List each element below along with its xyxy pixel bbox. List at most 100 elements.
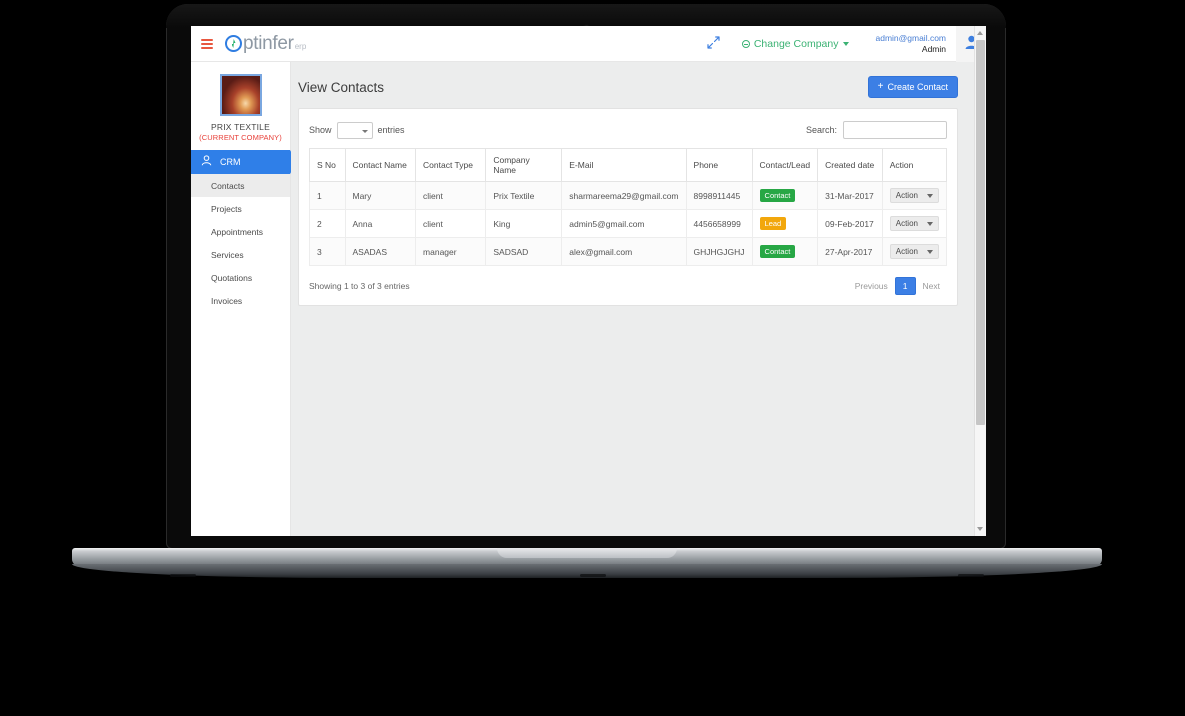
cell-action: Action — [881, 181, 948, 210]
logo-subtext: erp — [294, 41, 307, 51]
sidebar-item-quotations[interactable]: Quotations — [191, 266, 290, 289]
sidebar-item-label: Contacts — [211, 180, 245, 191]
sidebar-item-label: Quotations — [211, 272, 253, 283]
cell-sno: 2 — [309, 209, 346, 238]
cell-email: sharmareema29@gmail.com — [561, 181, 687, 210]
sidebar-item-invoices[interactable]: Invoices — [191, 289, 290, 312]
top-navbar: ptinfer erp Change Company admin@gmail.c… — [191, 26, 986, 62]
col-sno: S No — [309, 148, 346, 182]
user-email: admin@gmail.com — [875, 32, 946, 43]
status-badge: Lead — [759, 217, 787, 230]
pagination-next[interactable]: Next — [916, 278, 947, 294]
row-action-button[interactable]: Action — [889, 188, 939, 203]
cell-company-name: SADSAD — [485, 237, 563, 266]
cell-phone: 4456658999 — [685, 209, 753, 238]
user-role: Admin — [921, 43, 946, 54]
sidebar-group-crm-label: CRM — [220, 157, 241, 167]
sidebar-item-projects[interactable]: Projects — [191, 197, 290, 220]
change-company-button[interactable]: Change Company — [741, 37, 850, 50]
col-company-name: Company Name — [485, 148, 563, 182]
laptop-mockup: MacBook ptinfer erp — [0, 0, 1185, 716]
pagination: Previous 1 Next — [848, 277, 947, 295]
table-head: S No Contact Name Contact Type Company N… — [309, 148, 948, 182]
col-contact-type: Contact Type — [415, 148, 487, 182]
search-label: Search: — [805, 125, 837, 135]
table-header-row: S No Contact Name Contact Type Company N… — [309, 148, 948, 182]
contacts-table: S No Contact Name Contact Type Company N… — [309, 148, 948, 266]
sidebar-item-contacts[interactable]: Contacts — [191, 174, 290, 197]
table-controls: Show entries Search: — [309, 121, 947, 139]
logo-text: ptinfer — [243, 32, 294, 54]
company-name: PRIX TEXTILE — [211, 122, 270, 132]
table-row[interactable]: 3 ASADAS manager SADSAD alex@gmail.com G… — [309, 237, 948, 266]
row-action-label: Action — [895, 191, 918, 200]
row-action-label: Action — [895, 247, 918, 256]
col-action: Action — [881, 148, 948, 182]
scroll-down-arrow-icon[interactable] — [977, 527, 983, 531]
cell-company-name: Prix Textile — [485, 181, 563, 210]
sidebar-item-appointments[interactable]: Appointments — [191, 220, 290, 243]
table-info: Showing 1 to 3 of 3 entries — [309, 281, 410, 291]
row-action-button[interactable]: Action — [889, 244, 939, 259]
row-action-button[interactable]: Action — [889, 216, 939, 231]
scrollbar-thumb[interactable] — [976, 40, 985, 425]
cell-phone: 8998911445 — [685, 181, 753, 210]
expand-fullscreen-icon[interactable] — [707, 35, 720, 52]
app-logo[interactable]: ptinfer erp — [225, 33, 306, 55]
page-scrollbar[interactable] — [974, 26, 986, 536]
screen-viewport: ptinfer erp Change Company admin@gmail.c… — [191, 26, 986, 536]
pagination-page-1[interactable]: 1 — [894, 277, 916, 295]
cell-created-date: 09-Feb-2017 — [817, 209, 883, 238]
col-phone: Phone — [685, 148, 753, 182]
cell-status: Contact — [751, 237, 819, 266]
cell-sno: 1 — [309, 181, 346, 210]
table-row[interactable]: 2 Anna client King admin5@gmail.com 4456… — [309, 209, 948, 238]
page-title: View Contacts — [298, 79, 385, 95]
sidebar-group-crm[interactable]: CRM — [191, 150, 297, 174]
col-contact-lead: Contact/Lead — [751, 148, 819, 182]
cell-company-name: King — [485, 209, 563, 238]
sidebar-item-label: Projects — [211, 203, 242, 214]
page-length-select[interactable] — [336, 121, 373, 139]
topbar-right-group: Change Company admin@gmail.com Admin — [707, 26, 986, 62]
table-row[interactable]: 1 Mary client Prix Textile sharmareema29… — [309, 181, 948, 210]
cell-created-date: 27-Apr-2017 — [817, 237, 883, 266]
cell-contact-name: Anna — [344, 209, 417, 238]
contacts-table-panel: Show entries Search: S No Contact Name C… — [298, 108, 958, 306]
chevron-down-icon — [843, 41, 850, 46]
menu-toggle-icon[interactable] — [201, 37, 213, 51]
pagination-previous[interactable]: Previous — [848, 278, 895, 294]
cell-email: admin5@gmail.com — [561, 209, 687, 238]
sidebar-item-label: Appointments — [211, 226, 263, 237]
sidebar-item-label: Services — [211, 249, 244, 260]
cell-contact-type: client — [415, 181, 487, 210]
status-badge: Contact — [759, 245, 796, 258]
plus-icon: + — [877, 81, 884, 92]
change-company-label: Change Company — [753, 37, 839, 50]
col-email: E-Mail — [561, 148, 687, 182]
contacts-person-icon — [201, 155, 212, 169]
cell-status: Contact — [751, 181, 819, 210]
create-contact-label: Create Contact — [887, 82, 948, 92]
company-current-label: (CURRENT COMPANY) — [199, 133, 282, 142]
cell-contact-type: manager — [415, 237, 487, 266]
cell-sno: 3 — [309, 237, 346, 266]
company-avatar — [219, 74, 262, 116]
entries-label: entries — [377, 125, 405, 135]
cell-action: Action — [881, 209, 948, 238]
user-info[interactable]: admin@gmail.com Admin — [875, 33, 946, 54]
sidebar-item-services[interactable]: Services — [191, 243, 290, 266]
cell-contact-name: Mary — [344, 181, 417, 210]
laptop-base-notch — [497, 548, 677, 558]
search-input[interactable] — [843, 121, 947, 139]
scroll-up-arrow-icon[interactable] — [977, 31, 983, 35]
status-badge: Contact — [759, 189, 796, 202]
table-footer: Showing 1 to 3 of 3 entries Previous 1 N… — [309, 277, 947, 295]
create-contact-button[interactable]: + Create Contact — [867, 76, 958, 98]
col-contact-name: Contact Name — [344, 148, 417, 182]
chevron-down-icon — [926, 249, 933, 254]
cell-created-date: 31-Mar-2017 — [817, 181, 883, 210]
laptop-foot — [170, 574, 196, 577]
cell-contact-name: ASADAS — [344, 237, 417, 266]
laptop-foot — [958, 574, 984, 577]
